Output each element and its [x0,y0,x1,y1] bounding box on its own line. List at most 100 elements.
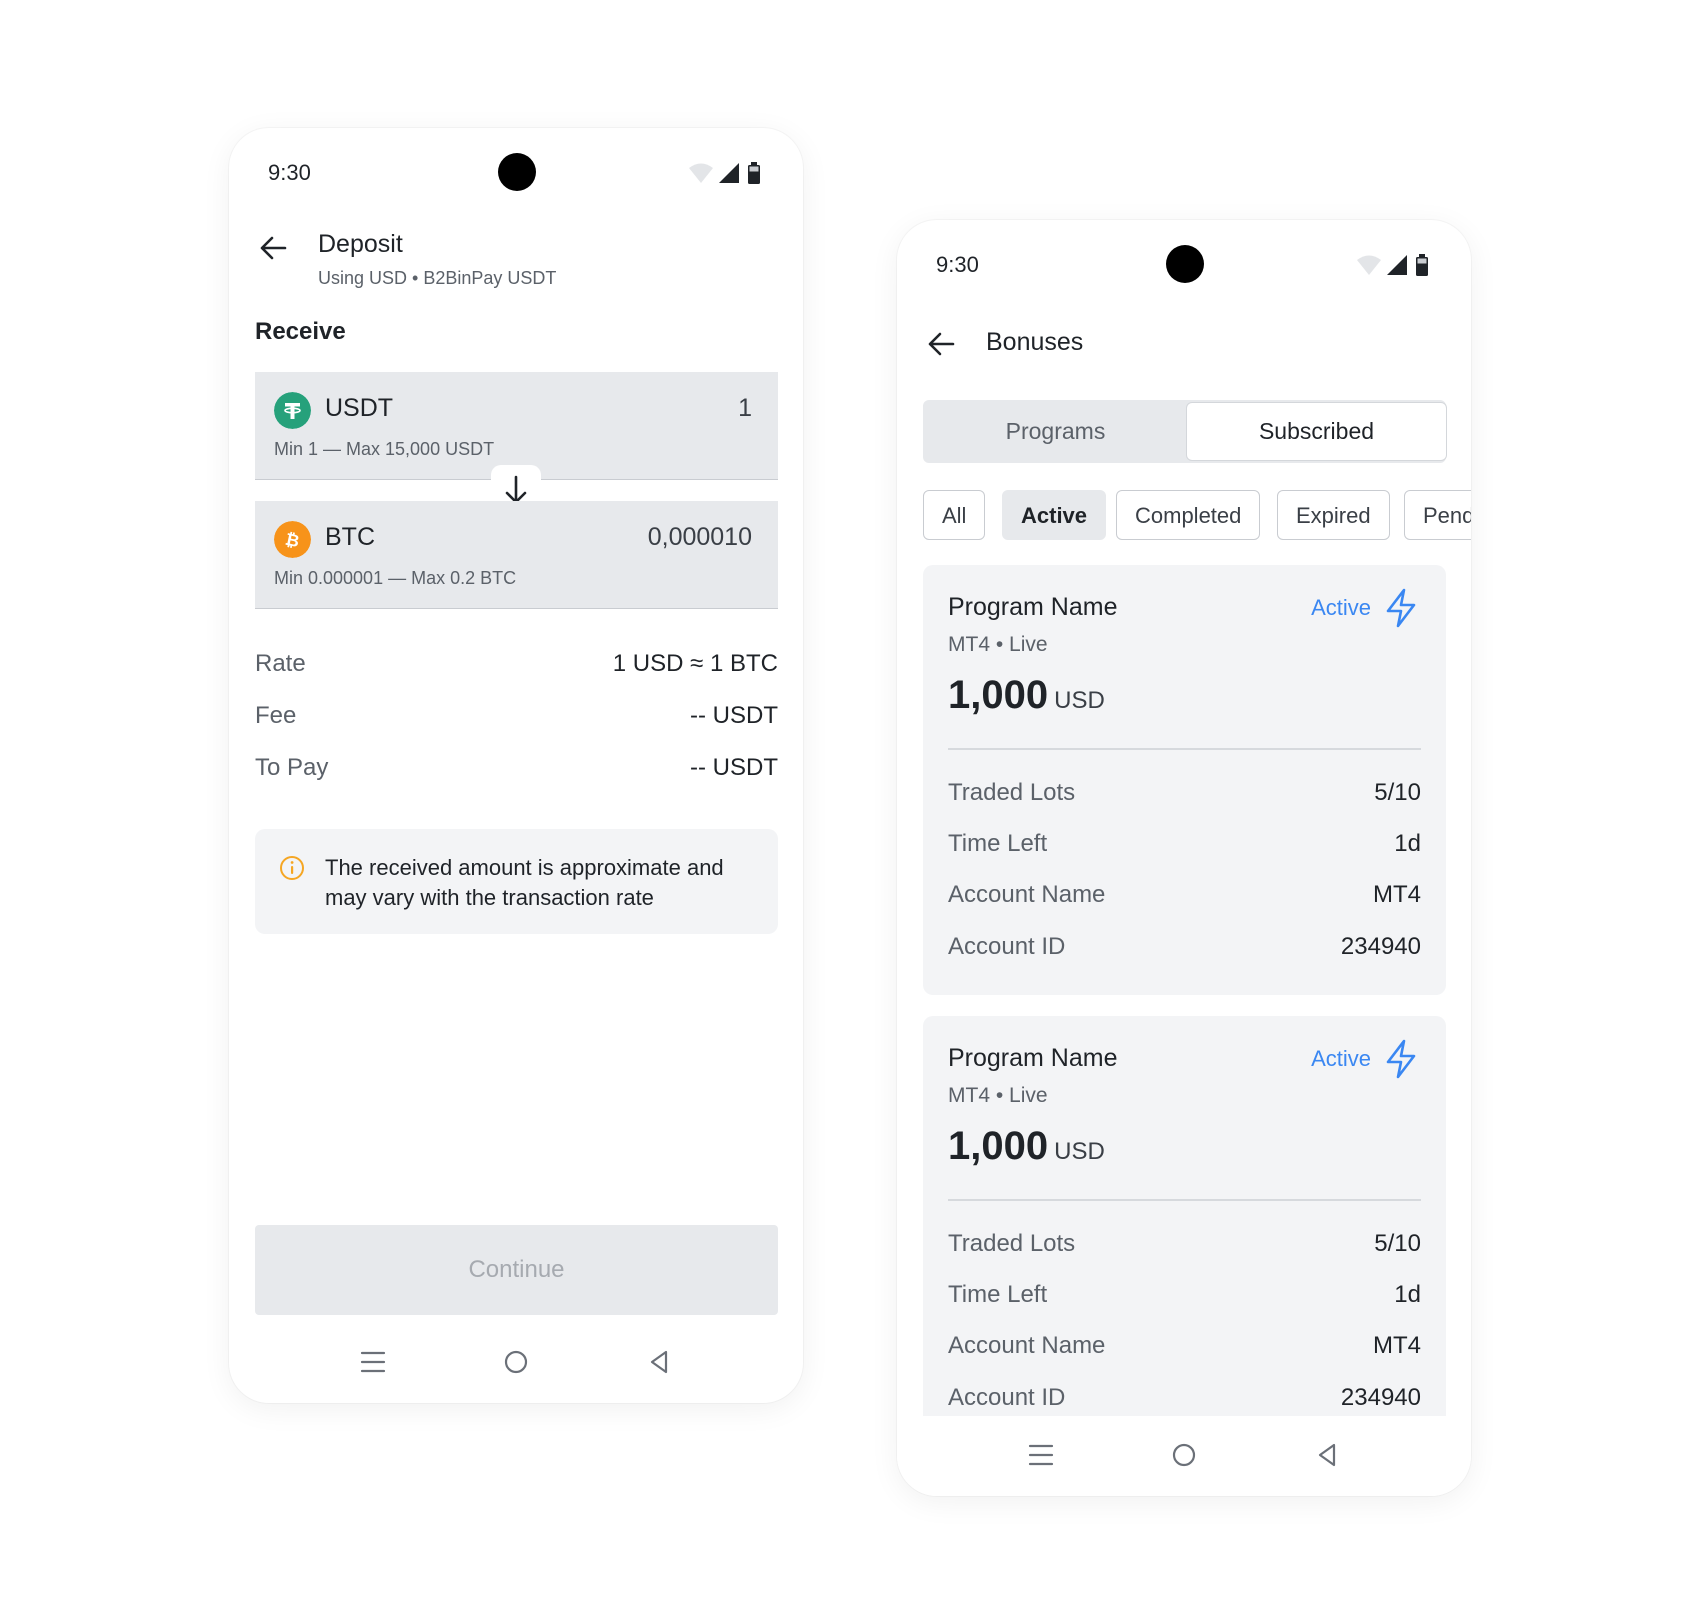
from-coin-name: USDT [325,394,394,422]
amount-value: 1,000 [948,1124,1049,1168]
to-coin-field[interactable]: ₿ BTC 0,000010 Min 0.000001 — Max 0.2 BT… [255,501,778,609]
divider [948,748,1421,750]
to-coin-amount[interactable]: 0,000010 [648,523,752,552]
rate-row: Rate 1 USD ≈ 1 BTC [255,650,778,690]
account-name-row: Account Name MT4 [948,881,1421,915]
bonus-card[interactable]: Program Name MT4 • Live Active 1,000 USD … [923,1016,1446,1436]
amount-currency: USD [1054,1138,1105,1165]
menu-icon[interactable] [356,1345,390,1379]
page-subtitle: Using USD • B2BinPay USDT [318,268,557,288]
row-label: Time Left [948,830,1048,857]
signal-icon [1387,255,1407,275]
notice-text: The received amount is approximate and m… [325,855,724,910]
program-platform: MT4 • Live [948,633,1048,656]
to-pay-value: -- USDT [690,754,778,781]
system-nav-bar [229,1323,803,1403]
row-value: 1d [1394,830,1421,857]
back-triangle-icon[interactable] [642,1345,676,1379]
to-pay-label: To Pay [255,754,329,781]
home-circle-icon[interactable] [1167,1438,1201,1472]
time-left-row: Time Left 1d [948,1281,1421,1315]
row-value: MT4 [1373,1332,1421,1359]
status-bar: 9:30 [897,220,1471,310]
row-label: Account ID [948,933,1066,960]
lightning-icon [1386,1039,1416,1079]
row-value: 5/10 [1374,1230,1421,1257]
filter-expired[interactable]: Expired [1277,490,1390,540]
row-label: Account Name [948,881,1106,908]
filter-chips: All Active Completed Expired Pend [923,490,1471,542]
to-pay-row: To Pay -- USDT [255,754,778,794]
bonus-amount: 1,000 USD [948,673,1105,718]
row-value: 5/10 [1374,779,1421,806]
filter-pending[interactable]: Pend [1404,490,1471,540]
from-coin-limits: Min 1 — Max 15,000 USDT [274,439,495,459]
row-value: 234940 [1340,933,1421,960]
row-value: 234940 [1340,1384,1421,1411]
status-time: 9:30 [268,160,311,185]
bonus-card[interactable]: Program Name MT4 • Live Active 1,000 USD … [923,565,1446,995]
traded-lots-row: Traded Lots 5/10 [948,1230,1421,1264]
from-coin-field[interactable]: USDT 1 Min 1 — Max 15,000 USDT [255,372,778,480]
row-label: Traded Lots [948,779,1076,806]
status-badge: Active [1311,595,1371,620]
lightning-icon [1386,588,1416,628]
program-platform: MT4 • Live [948,1084,1048,1107]
bonuses-phone: 9:30 Bonuses Programs Subscribed All Act… [897,220,1471,1496]
account-id-row: Account ID 234940 [948,1384,1421,1418]
tab-programs[interactable]: Programs [926,403,1185,460]
row-label: Account Name [948,1332,1106,1359]
battery-icon [1416,254,1428,276]
deposit-header: Deposit Using USD • B2BinPay USDT [229,218,803,298]
segmented-tabs: Programs Subscribed [923,400,1446,463]
tab-subscribed[interactable]: Subscribed [1187,403,1446,460]
page-title: Bonuses [986,328,1084,356]
row-label: Account ID [948,1384,1066,1411]
from-coin-amount[interactable]: 1 [738,394,752,423]
wifi-icon [689,163,713,183]
receive-label: Receive [255,318,346,345]
divider [948,1199,1421,1201]
status-bar: 9:30 [229,128,803,218]
rate-value: 1 USD ≈ 1 BTC [612,650,778,677]
wifi-icon [1357,255,1381,275]
back-arrow-icon[interactable] [921,324,961,364]
filter-completed[interactable]: Completed [1116,490,1261,540]
row-label: Traded Lots [948,1230,1076,1257]
home-circle-icon[interactable] [499,1345,533,1379]
system-nav-bar [897,1416,1471,1496]
fee-value: -- USDT [690,702,778,729]
account-id-row: Account ID 234940 [948,933,1421,967]
rate-notice: The received amount is approximate and m… [255,829,778,934]
deposit-phone: 9:30 Deposit Using USD • B2BinPay USDT R… [229,128,803,1403]
to-coin-name: BTC [325,523,375,551]
account-name-row: Account Name MT4 [948,1332,1421,1366]
program-name: Program Name [948,593,1118,621]
continue-button[interactable]: Continue [255,1225,778,1315]
amount-currency: USD [1054,687,1105,714]
filter-active[interactable]: Active [1002,490,1107,540]
battery-icon [748,162,760,184]
amount-value: 1,000 [948,673,1049,717]
back-arrow-icon[interactable] [253,228,293,268]
status-icons [1357,254,1428,276]
back-triangle-icon[interactable] [1310,1438,1344,1472]
bonus-amount: 1,000 USD [948,1124,1105,1169]
status-badge: Active [1311,1046,1371,1071]
tether-icon [274,392,311,429]
filter-all[interactable]: All [923,490,986,540]
fee-row: Fee -- USDT [255,702,778,742]
signal-icon [719,163,739,183]
row-value: 1d [1394,1281,1421,1308]
row-value: MT4 [1373,881,1421,908]
fee-label: Fee [255,702,297,729]
page-title: Deposit [318,230,403,258]
bonuses-header: Bonuses [897,310,1471,390]
row-label: Time Left [948,1281,1048,1308]
status-time: 9:30 [936,252,979,277]
program-name: Program Name [948,1044,1118,1072]
menu-icon[interactable] [1024,1438,1058,1472]
rate-label: Rate [255,650,306,677]
camera-cutout [1166,245,1204,283]
info-icon [280,856,304,880]
